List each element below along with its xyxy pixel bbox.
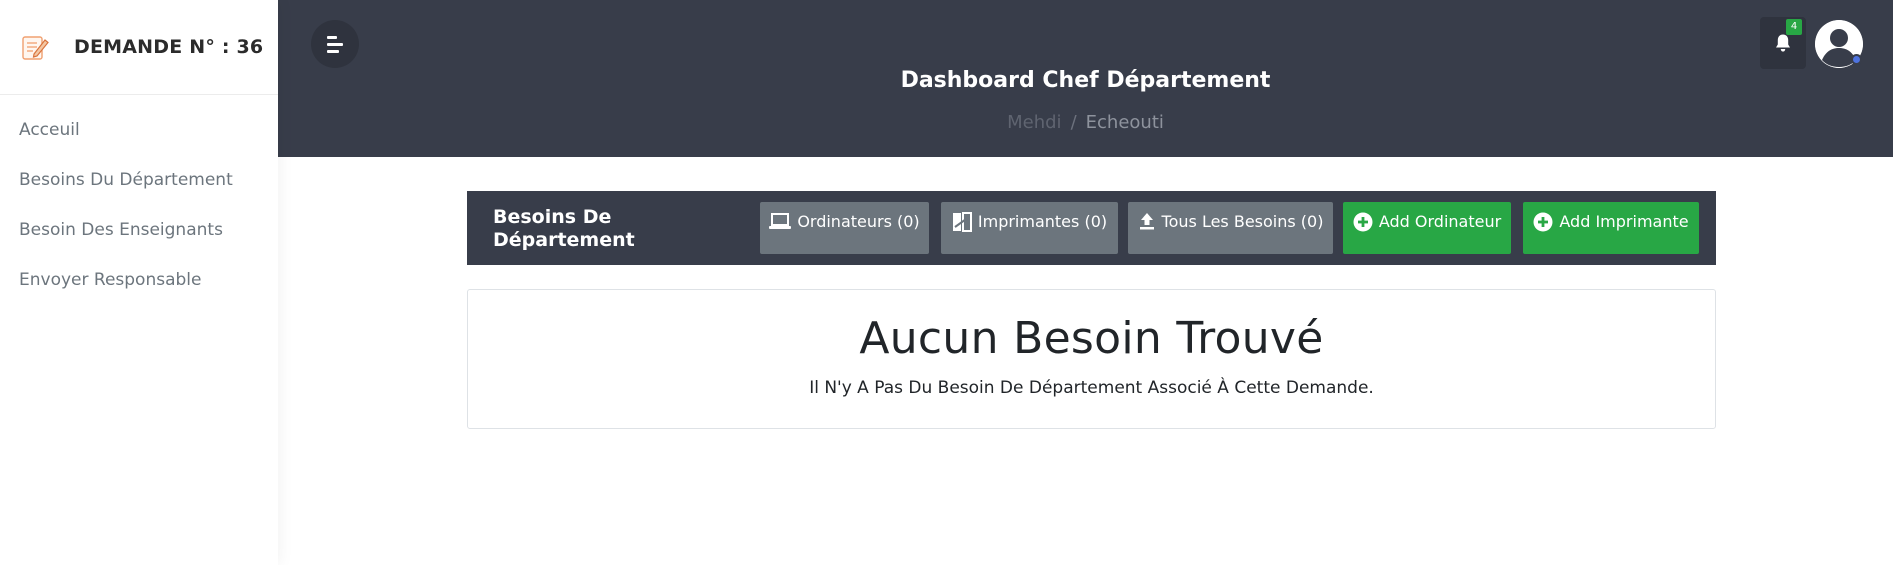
empty-state-message: Il N'y A Pas Du Besoin De Département As… <box>809 378 1374 398</box>
empty-state-card: Aucun Besoin Trouvé Il N'y A Pas Du Beso… <box>467 289 1716 429</box>
printer-icon <box>952 212 972 232</box>
tous-les-besoins-button[interactable]: Tous Les Besoins (0) <box>1128 202 1333 254</box>
menu-toggle-bar <box>327 49 339 53</box>
sidebar-menu: Acceuil Besoins Du Département Besoin De… <box>0 95 278 305</box>
request-number-title: DEMANDE N° : 36 <box>74 36 264 58</box>
sidebar-item-besoin-enseignants[interactable]: Besoin Des Enseignants <box>0 205 278 255</box>
bell-icon <box>1776 34 1790 52</box>
sidebar-item-acceuil[interactable]: Acceuil <box>0 105 278 155</box>
add-ordinateur-button[interactable]: Add Ordinateur <box>1343 202 1511 254</box>
sidebar-item-envoyer-responsable[interactable]: Envoyer Responsable <box>0 255 278 305</box>
empty-state-title: Aucun Besoin Trouvé <box>859 313 1324 364</box>
laptop-icon <box>769 213 792 229</box>
imprimantes-filter-button[interactable]: Imprimantes (0) <box>941 202 1118 254</box>
breadcrumb-separator: / <box>1070 112 1077 133</box>
sidebar-item-besoins-departement[interactable]: Besoins Du Département <box>0 155 278 205</box>
menu-toggle-bar <box>327 42 343 46</box>
online-status-dot <box>1851 54 1862 65</box>
imprimantes-filter-label: Imprimantes (0) <box>977 212 1108 231</box>
breadcrumb: Mehdi / Echeouti <box>278 112 1893 133</box>
sidebar: DEMANDE N° : 36 Acceuil Besoins Du Dépar… <box>0 0 278 565</box>
needs-toolbar: Besoins De Département Ordinateurs (0) I… <box>467 191 1716 265</box>
page-title: Dashboard Chef Département <box>900 68 1271 93</box>
top-header: Dashboard Chef Département Mehdi / Echeout… <box>278 0 1893 157</box>
sidebar-brand: DEMANDE N° : 36 <box>0 0 278 95</box>
toolbar-title: Besoins De Département <box>493 206 635 251</box>
add-imprimante-button[interactable]: Add Imprimante <box>1523 202 1699 254</box>
menu-toggle-button[interactable] <box>311 20 359 68</box>
breadcrumb-last-name: Echeouti <box>1085 112 1164 133</box>
add-ordinateur-label: Add Ordinateur <box>1378 212 1502 231</box>
breadcrumb-first-name[interactable]: Mehdi <box>1007 112 1061 133</box>
add-imprimante-label: Add Imprimante <box>1559 212 1689 231</box>
notification-count-badge: 4 <box>1786 19 1802 35</box>
ordinateurs-filter-label: Ordinateurs (0) <box>797 212 920 231</box>
tous-les-besoins-label: Tous Les Besoins (0) <box>1161 212 1324 231</box>
edit-note-icon <box>22 36 49 60</box>
ordinateurs-filter-button[interactable]: Ordinateurs (0) <box>760 202 929 254</box>
plus-circle-icon <box>1353 212 1373 232</box>
menu-toggle-icon <box>327 35 337 39</box>
upload-icon <box>1139 213 1154 230</box>
notifications-button[interactable]: 4 <box>1760 17 1806 69</box>
plus-circle-icon <box>1533 212 1553 232</box>
